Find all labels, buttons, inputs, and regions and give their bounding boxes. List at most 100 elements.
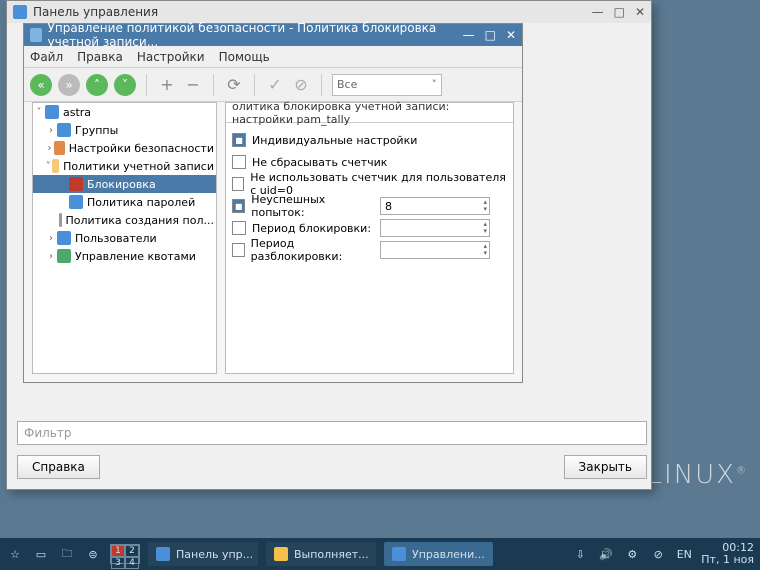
- spinner-arrows-icon[interactable]: ▴▾: [483, 243, 487, 257]
- remove-icon[interactable]: −: [183, 75, 203, 95]
- filter-select-value: Все: [337, 78, 357, 91]
- no-reset-checkbox[interactable]: [232, 155, 246, 169]
- clock-date: Пт, 1 ноя: [701, 554, 754, 566]
- no-uid0-row[interactable]: Не использовать счетчик для пользователя…: [232, 173, 507, 195]
- nav-forward-icon[interactable]: »: [58, 74, 80, 96]
- start-menu-icon[interactable]: ☆: [6, 545, 24, 563]
- monitor-icon: [45, 105, 59, 119]
- tree-password-policy[interactable]: Политика паролей: [33, 193, 216, 211]
- app-icon: [274, 547, 288, 561]
- content-pane: олитика блокировка учетной записи: настр…: [225, 102, 514, 374]
- lock-period-label: Период блокировки:: [252, 222, 371, 235]
- document-icon: [59, 213, 61, 227]
- key-icon: [69, 195, 83, 209]
- tree-groups[interactable]: ›Группы: [33, 121, 216, 139]
- app-icon: [13, 5, 27, 19]
- fail-attempts-checkbox[interactable]: [232, 199, 245, 213]
- spinner-arrows-icon[interactable]: ▴▾: [483, 199, 487, 213]
- chevron-down-icon: ˅: [432, 78, 438, 91]
- taskbar-item-security[interactable]: Управлени...: [384, 542, 493, 566]
- fail-attempts-value: 8: [385, 200, 483, 213]
- file-manager-icon[interactable]: 🗀: [58, 545, 76, 563]
- show-desktop-icon[interactable]: ▭: [32, 545, 50, 563]
- toolbar: « » ˄ ˅ + − ⟳ ✓ ⊘ Все ˅: [24, 68, 522, 102]
- nav-down-icon[interactable]: ˅: [114, 74, 136, 96]
- workspace-pager[interactable]: 1234: [110, 544, 140, 564]
- maximize-icon[interactable]: □: [614, 5, 625, 19]
- fail-attempts-label: Неуспешных попыток:: [251, 193, 374, 219]
- tree-pane[interactable]: ˅astra ›Группы ›Настройки безопасности ˅…: [32, 102, 217, 374]
- taskbar-item-label: Выполняет...: [294, 548, 369, 561]
- content-header: олитика блокировка учетной записи: настр…: [226, 103, 513, 123]
- no-uid0-checkbox[interactable]: [232, 177, 244, 191]
- folder-icon: [52, 159, 60, 173]
- taskbar-item-label: Управлени...: [412, 548, 485, 561]
- apply-icon[interactable]: ✓: [265, 75, 285, 95]
- spinner-arrows-icon[interactable]: ▴▾: [483, 221, 487, 235]
- inner-window-titlebar[interactable]: Управление политикой безопасности - Поли…: [24, 24, 522, 46]
- tree-root[interactable]: ˅astra: [33, 103, 216, 121]
- close-icon[interactable]: ✕: [635, 5, 645, 19]
- individual-settings-row[interactable]: Индивидуальные настройки: [232, 129, 507, 151]
- minimize-icon[interactable]: —: [592, 5, 604, 19]
- individual-settings-checkbox[interactable]: [232, 133, 246, 147]
- outer-window-titlebar[interactable]: Панель управления — □ ✕: [7, 1, 651, 23]
- app-icon: [156, 547, 170, 561]
- unlock-period-label: Период разблокировки:: [251, 237, 374, 263]
- menu-bar: Файл Правка Настройки Помощь: [24, 46, 522, 68]
- unlock-period-spinner[interactable]: ▴▾: [380, 241, 490, 259]
- taskbar-item-label: Панель упр...: [176, 548, 253, 561]
- clock[interactable]: 00:12 Пт, 1 ноя: [701, 542, 754, 566]
- lock-period-spinner[interactable]: ▴▾: [380, 219, 490, 237]
- outer-window-title: Панель управления: [33, 5, 158, 19]
- individual-settings-label: Индивидуальные настройки: [252, 134, 417, 147]
- network-icon[interactable]: ⚙: [623, 545, 641, 563]
- filter-input[interactable]: Фильтр: [17, 421, 647, 445]
- filter-select[interactable]: Все ˅: [332, 74, 442, 96]
- refresh-icon[interactable]: ⟳: [224, 75, 244, 95]
- help-button[interactable]: Справка: [17, 455, 100, 479]
- control-panel-window: Панель управления — □ ✕ Управление полит…: [6, 0, 652, 490]
- filter-placeholder: Фильтр: [24, 426, 71, 440]
- nav-up-icon[interactable]: ˄: [86, 74, 108, 96]
- menu-settings[interactable]: Настройки: [137, 50, 205, 64]
- usb-icon[interactable]: ⇩: [571, 545, 589, 563]
- no-reset-row[interactable]: Не сбрасывать счетчик: [232, 151, 507, 173]
- browser-icon[interactable]: ⊜: [84, 545, 102, 563]
- lock-icon: [69, 177, 83, 191]
- tree-creation-policy[interactable]: Политика создания пол...: [33, 211, 216, 229]
- unlock-period-checkbox[interactable]: [232, 243, 245, 257]
- tree-lockout[interactable]: Блокировка: [33, 175, 216, 193]
- close-button[interactable]: Закрыть: [564, 455, 647, 479]
- tree-users[interactable]: ›Пользователи: [33, 229, 216, 247]
- maximize-icon[interactable]: □: [485, 28, 496, 42]
- add-icon[interactable]: +: [157, 75, 177, 95]
- nav-back-icon[interactable]: «: [30, 74, 52, 96]
- keyboard-layout[interactable]: EN: [675, 545, 693, 563]
- notification-icon[interactable]: ⊘: [649, 545, 667, 563]
- quota-icon: [57, 249, 71, 263]
- taskbar-item-running[interactable]: Выполняет...: [266, 542, 376, 566]
- no-reset-label: Не сбрасывать счетчик: [252, 156, 387, 169]
- menu-edit[interactable]: Правка: [77, 50, 123, 64]
- security-policy-window: Управление политикой безопасности - Поли…: [23, 23, 523, 383]
- lock-period-checkbox[interactable]: [232, 221, 246, 235]
- groups-icon: [57, 123, 71, 137]
- tree-quotas[interactable]: ›Управление квотами: [33, 247, 216, 265]
- users-icon: [57, 231, 71, 245]
- tree-security-settings[interactable]: ›Настройки безопасности: [33, 139, 216, 157]
- close-icon[interactable]: ✕: [506, 28, 516, 42]
- menu-help[interactable]: Помощь: [219, 50, 270, 64]
- taskbar-item-control-panel[interactable]: Панель упр...: [148, 542, 258, 566]
- shield-icon: [54, 141, 65, 155]
- fail-attempts-spinner[interactable]: 8 ▴▾: [380, 197, 490, 215]
- menu-file[interactable]: Файл: [30, 50, 63, 64]
- minimize-icon[interactable]: —: [463, 28, 475, 42]
- desktop-os-logo: LINUX®: [648, 460, 748, 490]
- tree-account-policies[interactable]: ˅Политики учетной записи: [33, 157, 216, 175]
- shield-icon: [30, 28, 42, 42]
- volume-icon[interactable]: 🔊: [597, 545, 615, 563]
- inner-window-title: Управление политикой безопасности - Поли…: [48, 21, 463, 49]
- cancel-icon[interactable]: ⊘: [291, 75, 311, 95]
- app-icon: [392, 547, 406, 561]
